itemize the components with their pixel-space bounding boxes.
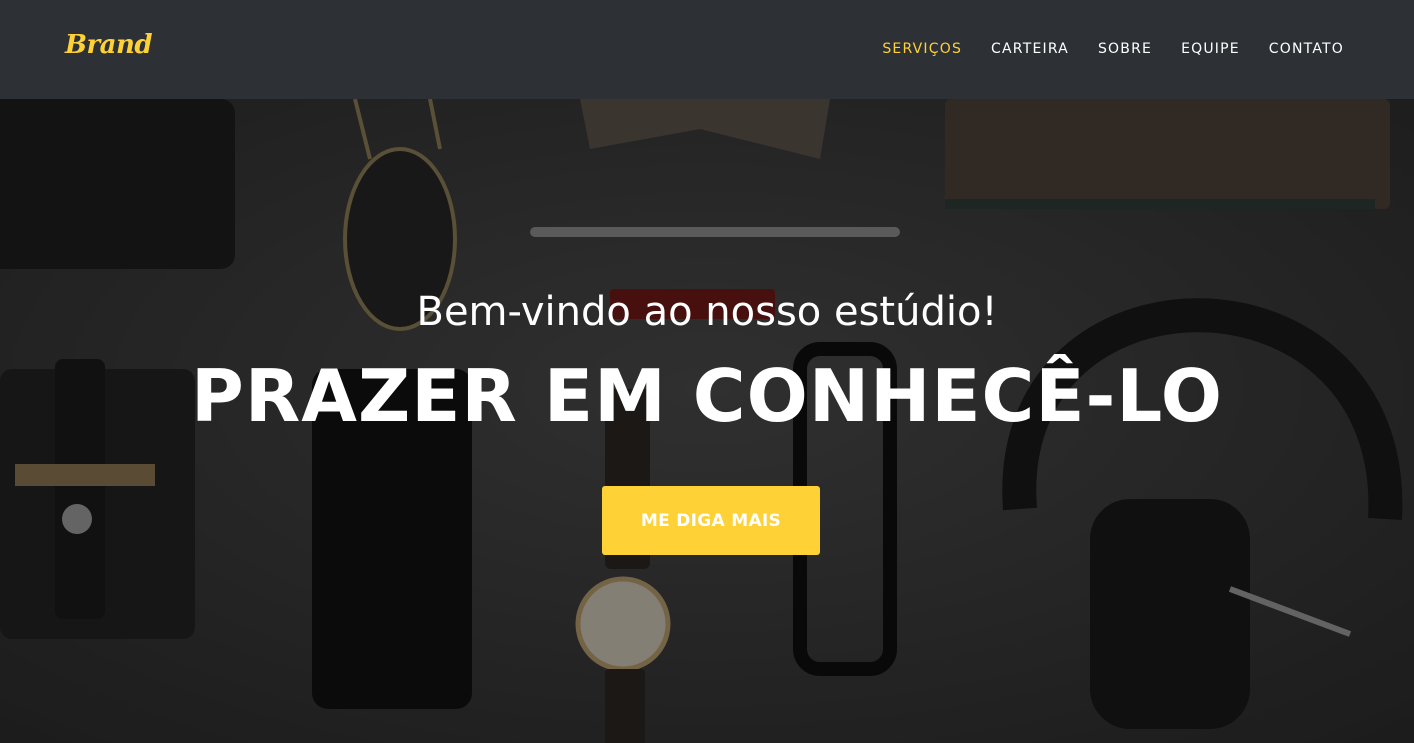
brand-logo[interactable]: Brand [65,30,153,60]
nav-item-carteira: CARTEIRA [991,38,1069,57]
navbar: Brand SERVIÇOS CARTEIRA SOBRE EQUIPE CON… [0,0,1414,99]
nav-link-equipe[interactable]: EQUIPE [1181,41,1240,57]
nav-menu: SERVIÇOS CARTEIRA SOBRE EQUIPE CONTATO [882,38,1344,57]
hero-subtitle: Bem-vindo ao nosso estúdio! [416,289,998,335]
nav-item-servicos: SERVIÇOS [882,38,962,57]
hero-title: PRAZER EM CONHECÊ-LO [191,354,1223,438]
nav-item-contato: CONTATO [1269,38,1344,57]
hero-section: Bem-vindo ao nosso estúdio! PRAZER EM CO… [0,99,1414,743]
nav-link-sobre[interactable]: SOBRE [1098,41,1152,57]
nav-link-servicos[interactable]: SERVIÇOS [882,41,962,57]
nav-link-carteira[interactable]: CARTEIRA [991,41,1069,57]
nav-link-contato[interactable]: CONTATO [1269,41,1344,57]
nav-item-sobre: SOBRE [1098,38,1152,57]
tell-me-more-button[interactable]: ME DIGA MAIS [602,486,820,555]
nav-item-equipe: EQUIPE [1181,38,1240,57]
